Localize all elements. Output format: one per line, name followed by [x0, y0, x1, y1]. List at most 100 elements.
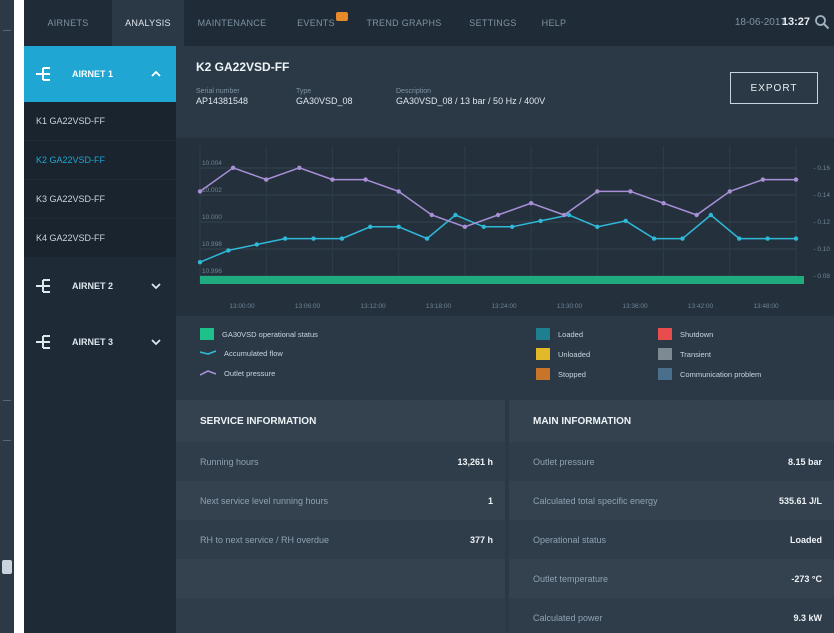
row-value: -273 °C — [791, 573, 822, 584]
row-label: Outlet pressure — [533, 456, 595, 467]
legend-swatch — [658, 368, 672, 380]
row-value: 535.61 J/L — [778, 495, 822, 506]
legend-transient: Transient — [658, 348, 711, 360]
tab-trend-graphs[interactable]: TREND GRAPHS — [352, 0, 456, 46]
airnet-icon — [36, 335, 50, 349]
series-point-1 — [264, 177, 269, 182]
serial-label: Serial number — [196, 88, 240, 95]
tab-label: HELP — [541, 18, 567, 28]
events-badge — [336, 12, 348, 21]
series-point-0 — [737, 236, 742, 241]
series-point-0 — [197, 260, 203, 265]
service-row-rh-next: RH to next service / RH overdue 377 h — [176, 520, 505, 559]
export-button[interactable]: EXPORT — [730, 72, 818, 104]
legend-label: Loaded — [558, 329, 584, 339]
sidebar-item-k1[interactable]: K1 GA22VSD-FF — [24, 102, 176, 141]
row-value: 9.3 kW — [793, 612, 822, 623]
main-row-calculated-power: Calculated power 9.3 kW — [509, 598, 834, 633]
service-row-empty — [176, 559, 505, 598]
sidebar-item-k3[interactable]: K3 GA22VSD-FF — [24, 180, 176, 219]
series-point-0 — [509, 224, 515, 229]
series-point-1 — [595, 189, 600, 194]
legend-swatch — [536, 328, 550, 340]
airnet-icon — [36, 67, 50, 81]
series-point-0 — [595, 224, 600, 229]
tab-analysis[interactable]: ANALYSIS — [112, 0, 184, 46]
sidebar-item-k4[interactable]: K4 GA22VSD-FF — [24, 219, 176, 258]
series-point-0 — [453, 212, 458, 218]
legend-label: Stopped — [558, 369, 586, 379]
service-info-header: SERVICE INFORMATION — [176, 400, 505, 442]
series-point-1 — [495, 212, 501, 218]
sidebar-airnet-2[interactable]: AIRNET 2 — [24, 258, 176, 314]
row-label: RH to next service / RH overdue — [200, 534, 330, 545]
row-label: Outlet temperature — [533, 573, 609, 584]
tab-help[interactable]: HELP — [530, 0, 578, 46]
legend-flow: Accumulated flow — [200, 348, 283, 358]
sidebar-airnet-3[interactable]: AIRNET 3 — [24, 314, 176, 370]
series-point-0 — [651, 236, 657, 241]
pane-tick — [3, 400, 11, 401]
series-point-1 — [727, 189, 732, 194]
tab-label: TREND GRAPHS — [366, 18, 442, 28]
series-point-0 — [311, 236, 316, 241]
legend-swatch — [658, 348, 672, 360]
previous-pane — [0, 0, 14, 633]
tab-label: AIRNETS — [47, 18, 89, 28]
airnet-label: AIRNET 3 — [72, 337, 114, 347]
x-tick-label: 13:36:00 — [622, 303, 648, 310]
tab-settings[interactable]: SETTINGS — [456, 0, 530, 46]
airnet-label: AIRNET 2 — [72, 281, 114, 291]
type-value: GA30VSD_08 — [296, 96, 353, 106]
sidebar-item-label: K2 GA22VSD-FF — [36, 155, 106, 165]
tab-maintenance[interactable]: MAINTENANCE — [184, 0, 280, 46]
legend-pressure: Outlet pressure — [200, 368, 275, 378]
series-point-0 — [254, 242, 259, 247]
sidebar-item-k2[interactable]: K2 GA22VSD-FF — [24, 141, 176, 180]
chevron-down-icon — [151, 339, 161, 346]
tab-events[interactable]: EVENTS — [280, 0, 352, 46]
row-value: 13,261 h — [457, 456, 493, 467]
series-point-0 — [680, 236, 685, 241]
right-tick-label: - 0.12 — [813, 219, 830, 226]
main-row-outlet-temperature: Outlet temperature -273 °C — [509, 559, 834, 598]
chevron-up-icon — [151, 70, 161, 77]
tab-label: MAINTENANCE — [197, 18, 267, 28]
series-point-1 — [197, 189, 203, 194]
series-point-0 — [368, 224, 373, 229]
left-tick-label: 10.996 — [202, 268, 222, 275]
legend-label: Unloaded — [558, 349, 591, 359]
sidebar: AIRNET 1 K1 GA22VSD-FF K2 GA22VSD-FF K3 … — [24, 46, 176, 633]
section-title: SERVICE INFORMATION — [200, 415, 317, 427]
left-tick-label: 10.004 — [202, 160, 222, 167]
x-tick-label: 13:06:00 — [295, 303, 321, 310]
series-point-0 — [339, 236, 345, 241]
status-bar — [200, 276, 804, 284]
series-point-1 — [628, 189, 633, 194]
service-row-next-service: Next service level running hours 1 — [176, 481, 505, 520]
row-value: 8.15 bar — [787, 456, 822, 467]
sidebar-airnet-1[interactable]: AIRNET 1 — [24, 46, 176, 102]
legend-swatch — [200, 328, 214, 340]
tab-label: EVENTS — [297, 18, 335, 28]
tab-airnets[interactable]: AIRNETS — [24, 0, 112, 46]
series-point-1 — [429, 212, 434, 218]
series-point-0 — [538, 218, 543, 224]
collapse-pane-button[interactable] — [2, 560, 12, 574]
x-tick-label: 13:48:00 — [753, 303, 779, 310]
legend-label: GA30VSD operational status — [222, 329, 318, 339]
legend-label: Outlet pressure — [224, 368, 276, 378]
series-point-1 — [330, 177, 335, 182]
series-point-0 — [424, 236, 430, 241]
tab-label: SETTINGS — [469, 18, 517, 28]
airnet-label: AIRNET 1 — [72, 69, 114, 79]
airnet-icon — [36, 279, 50, 293]
series-point-1 — [562, 212, 567, 218]
series-point-1 — [297, 165, 302, 170]
legend-swatch — [536, 368, 550, 380]
right-tick-label: - 0.10 — [813, 246, 830, 253]
search-icon[interactable] — [814, 14, 830, 30]
series-point-0 — [793, 236, 799, 241]
row-label: Calculated power — [533, 612, 603, 623]
legend-label: Transient — [680, 349, 711, 359]
